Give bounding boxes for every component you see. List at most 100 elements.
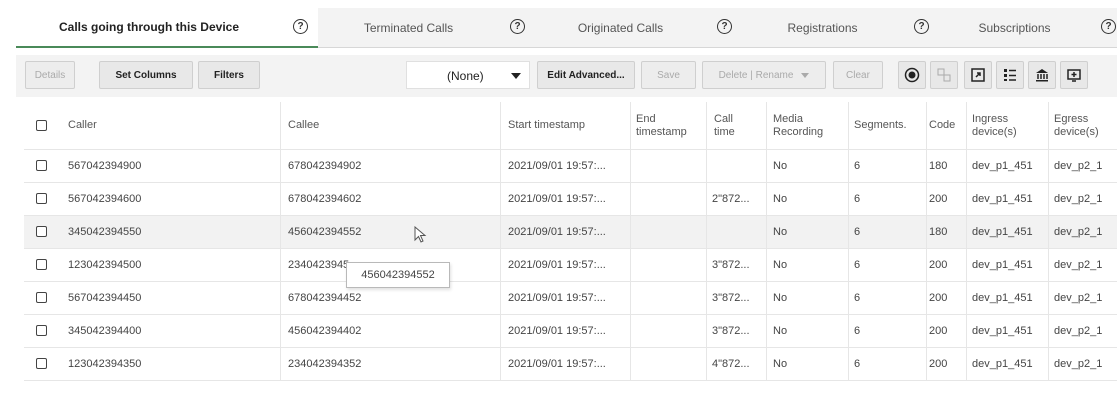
calls-table: Caller Callee Start timestamp End timest…: [24, 102, 1117, 381]
export-icon: [971, 68, 985, 82]
cell-egress-device: dev_p2_1: [1054, 226, 1103, 238]
cell-segments: 6: [854, 292, 861, 304]
cell-ingress-device: dev_p1_451: [972, 259, 1033, 271]
display-icon: [1067, 69, 1081, 82]
compare-icon: [937, 68, 951, 82]
bank-icon: [1036, 69, 1048, 82]
cell-segments: 6: [854, 193, 861, 205]
tab-label: Terminated Calls: [363, 20, 454, 35]
cell-start-timestamp: 2021/09/01 19:57:...: [508, 358, 606, 370]
table-row[interactable]: 567042394900 678042394902 2021/09/01 19:…: [24, 150, 1117, 183]
cell-call-time: 4"872...: [712, 358, 750, 370]
cell-ingress-device: dev_p1_451: [972, 325, 1033, 337]
cell-callee: 234042394352: [288, 358, 362, 370]
chevron-down-icon: [511, 73, 521, 79]
delete-rename-label: Delete | Rename: [718, 69, 794, 81]
tab-calls-through-device[interactable]: Calls going through this Device ?: [16, 8, 318, 48]
tab-registrations[interactable]: Registrations ?: [742, 8, 939, 48]
cell-call-time: 3"872...: [712, 325, 750, 337]
col-header-media-recording[interactable]: Media Recording: [773, 102, 841, 149]
col-header-caller[interactable]: Caller: [68, 102, 268, 149]
col-header-egress-device[interactable]: Egress device(s): [1054, 102, 1117, 149]
chevron-down-icon: [801, 72, 810, 78]
help-icon[interactable]: ?: [1101, 19, 1116, 34]
cell-caller: 123042394350: [68, 358, 142, 370]
display-button[interactable]: [1060, 61, 1088, 89]
record-icon: [904, 67, 920, 83]
export-button[interactable]: [964, 61, 992, 89]
cell-media-recording: No: [773, 358, 788, 370]
filters-button[interactable]: Filters: [198, 61, 260, 89]
delete-rename-button[interactable]: Delete | Rename: [702, 61, 826, 89]
cell-media-recording: No: [773, 292, 788, 304]
tab-label: Registrations: [787, 20, 858, 35]
bank-button[interactable]: [1028, 61, 1056, 89]
table-row[interactable]: 567042394600 678042394602 2021/09/01 19:…: [24, 183, 1117, 216]
table-row[interactable]: 345042394550 456042394552 2021/09/01 19:…: [24, 216, 1117, 249]
row-checkbox[interactable]: [36, 226, 47, 237]
col-header-code[interactable]: Code: [929, 102, 965, 149]
details-button[interactable]: Details: [25, 61, 75, 89]
tab-label: Calls going through this Device: [58, 20, 240, 34]
cell-ingress-device: dev_p1_451: [972, 193, 1033, 205]
table-row[interactable]: 123042394350 234042394352 2021/09/01 19:…: [24, 348, 1117, 381]
tab-label: Subscriptions: [978, 20, 1051, 35]
row-checkbox[interactable]: [36, 160, 47, 171]
row-checkbox[interactable]: [36, 292, 47, 303]
cell-call-time: 3"872...: [712, 292, 750, 304]
cell-start-timestamp: 2021/09/01 19:57:...: [508, 259, 606, 271]
edit-advanced-button[interactable]: Edit Advanced...: [537, 61, 635, 89]
clear-button[interactable]: Clear: [833, 61, 883, 89]
col-header-callee[interactable]: Callee: [288, 102, 488, 149]
cell-start-timestamp: 2021/09/01 19:57:...: [508, 226, 606, 238]
cell-callee: 678042394902: [288, 160, 362, 172]
mouse-cursor-icon: [414, 226, 427, 243]
saved-view-select[interactable]: (None): [406, 61, 530, 89]
cell-start-timestamp: 2021/09/01 19:57:...: [508, 193, 606, 205]
list-button[interactable]: [996, 61, 1024, 89]
row-checkbox[interactable]: [36, 358, 47, 369]
tab-bar: Calls going through this Device ? Termin…: [16, 8, 1117, 48]
cell-egress-device: dev_p2_1: [1054, 259, 1103, 271]
callee-tooltip: 456042394552: [346, 262, 450, 288]
record-button[interactable]: [898, 61, 926, 89]
tab-subscriptions[interactable]: Subscriptions ?: [939, 8, 1117, 48]
col-header-end-timestamp[interactable]: End timestamp: [636, 102, 706, 149]
table-row[interactable]: 345042394400 456042394402 2021/09/01 19:…: [24, 315, 1117, 348]
cell-code: 200: [929, 325, 948, 337]
cell-code: 200: [929, 259, 948, 271]
col-header-segments[interactable]: Segments.: [854, 102, 926, 149]
tab-originated-calls[interactable]: Originated Calls ?: [535, 8, 742, 48]
set-columns-button[interactable]: Set Columns: [99, 61, 193, 89]
help-icon[interactable]: ?: [914, 19, 929, 34]
cell-code: 200: [929, 292, 948, 304]
help-icon[interactable]: ?: [510, 19, 525, 34]
col-header-call-time[interactable]: Call time: [714, 102, 754, 149]
help-icon[interactable]: ?: [293, 19, 308, 34]
cell-media-recording: No: [773, 226, 788, 238]
col-header-ingress-device[interactable]: Ingress device(s): [972, 102, 1042, 149]
select-all-checkbox[interactable]: [36, 119, 47, 131]
row-checkbox[interactable]: [36, 193, 47, 204]
table-row[interactable]: 123042394500 2340423945 2021/09/01 19:57…: [24, 249, 1117, 282]
cell-caller: 567042394600: [68, 193, 142, 205]
help-icon[interactable]: ?: [717, 19, 732, 34]
cell-code: 200: [929, 193, 948, 205]
col-header-start-timestamp[interactable]: Start timestamp: [508, 102, 628, 149]
cell-egress-device: dev_p2_1: [1054, 160, 1103, 172]
cell-code: 180: [929, 226, 948, 238]
save-button[interactable]: Save: [641, 61, 696, 89]
table-row[interactable]: 567042394450 678042394452 2021/09/01 19:…: [24, 282, 1117, 315]
row-checkbox[interactable]: [36, 259, 47, 270]
cell-segments: 6: [854, 259, 861, 271]
cell-callee: 456042394552: [288, 226, 362, 238]
row-checkbox[interactable]: [36, 325, 47, 336]
cell-segments: 6: [854, 160, 861, 172]
cell-segments: 6: [854, 226, 861, 238]
cell-caller: 567042394450: [68, 292, 142, 304]
cell-media-recording: No: [773, 193, 788, 205]
tab-label: Originated Calls: [577, 20, 664, 35]
compare-button[interactable]: [930, 61, 958, 89]
toolbar: Details Set Columns Filters (None) Edit …: [16, 55, 1117, 97]
tab-terminated-calls[interactable]: Terminated Calls ?: [318, 8, 535, 48]
